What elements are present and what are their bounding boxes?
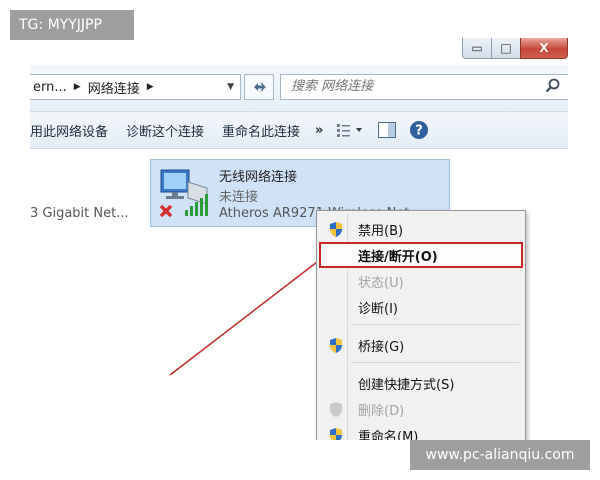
menu-item-label: 状态(U) [358,275,404,291]
breadcrumb-current[interactable]: 网络连接 [85,78,143,97]
preview-pane-button[interactable] [377,121,397,139]
menu-item-label: 重命名(M) [358,429,419,441]
window-controls: ▭ □ X [462,38,568,59]
address-bar[interactable]: ern... ▶ 网络连接 ▶ ▼ [30,74,241,100]
view-options-icon [337,124,363,137]
adapter-status: 未连接 [219,190,259,205]
ethernet-adapter-label[interactable]: 3 Gigabit Net... [30,206,129,221]
preview-pane-icon [378,122,397,138]
menu-item-status[interactable]: 状态(U) [320,269,522,293]
address-row: ern... ▶ 网络连接 ▶ ▼ [30,65,568,112]
menu-item-connect-disconnect[interactable]: 连接/断开(O) [319,242,523,268]
menu-item-bridge[interactable]: 桥接(G) [320,333,522,357]
adapter-name: 无线网络连接 [219,170,298,185]
shield-icon [330,338,342,353]
refresh-icon [254,82,266,92]
shield-icon [330,402,342,417]
watermark-top-left: TG: MYYJJPP [10,10,134,40]
breadcrumb-arrow-icon[interactable]: ▶ [70,82,85,92]
menu-item-diagnose[interactable]: 诊断(I) [320,295,522,319]
menu-item-label: 禁用(B) [358,223,404,239]
menu-item-label: 删除(D) [358,403,405,419]
search-field[interactable] [280,74,568,100]
context-menu: 禁用(B) 连接/断开(O) 状态(U) 诊断(I) 桥接(G) 创建快捷方式(… [316,210,526,440]
change-view-button[interactable] [335,122,365,138]
menu-item-label: 创建快捷方式(S) [358,377,455,393]
menu-item-rename[interactable]: 重命名(M) [320,423,522,440]
chevron-down-icon[interactable]: ▼ [227,82,240,92]
search-input[interactable] [281,75,551,97]
help-button[interactable]: ? [409,120,429,140]
menu-item-create-shortcut[interactable]: 创建快捷方式(S) [320,371,522,395]
wireless-network-icon [159,169,208,218]
breadcrumb-parent[interactable]: ern... [30,80,70,95]
diagnose-connection-command[interactable]: 诊断这个连接 [117,121,213,140]
maximize-button[interactable]: □ [491,38,521,59]
help-icon: ? [410,121,429,139]
search-icon[interactable] [544,77,562,95]
menu-item-label: 连接/断开(O) [358,249,438,265]
breadcrumb-arrow-icon[interactable]: ▶ [143,82,158,92]
more-commands-button[interactable]: » [309,123,329,138]
rename-connection-command[interactable]: 重命名此连接 [213,121,309,140]
command-bar: 用此网络设备 诊断这个连接 重命名此连接 » ? [30,112,568,149]
close-button[interactable]: X [520,38,568,59]
shield-icon [330,222,342,237]
menu-separator [351,362,519,363]
menu-item-delete[interactable]: 删除(D) [320,397,522,421]
svg-text:?: ? [416,124,424,139]
disable-device-command[interactable]: 用此网络设备 [30,121,117,140]
menu-item-label: 诊断(I) [358,301,398,317]
watermark-bottom-right: www.pc-alianqiu.com [410,440,590,470]
menu-item-label: 桥接(G) [358,339,405,355]
minimize-button[interactable]: ▭ [462,38,492,59]
menu-item-disable[interactable]: 禁用(B) [320,217,522,241]
menu-separator [351,324,519,325]
shield-icon [330,428,342,440]
screenshot-area: ▭ □ X ern... ▶ 网络连接 ▶ ▼ 用此网络设备 诊断这个连接 [30,38,568,440]
refresh-button[interactable] [244,74,274,100]
